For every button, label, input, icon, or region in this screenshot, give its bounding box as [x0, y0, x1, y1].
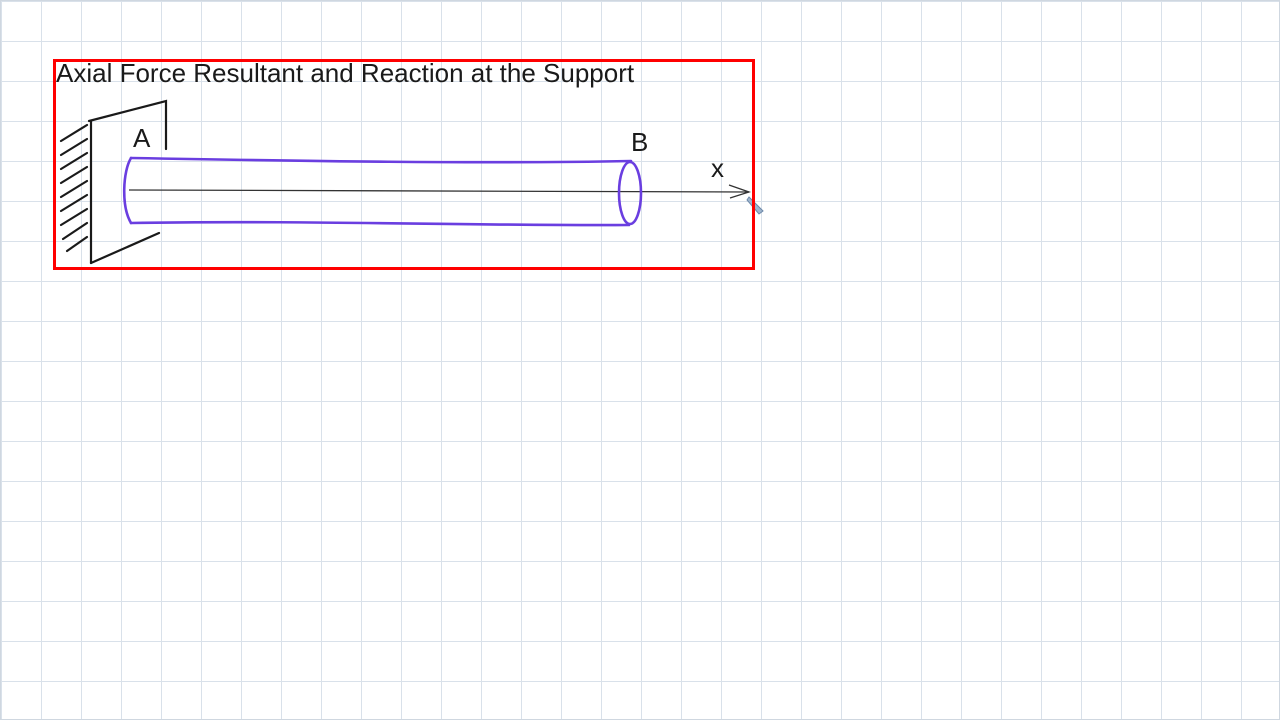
highlight-frame	[53, 59, 755, 270]
grid-canvas: A B x Axial Force Resultant and Reaction…	[0, 0, 1280, 720]
